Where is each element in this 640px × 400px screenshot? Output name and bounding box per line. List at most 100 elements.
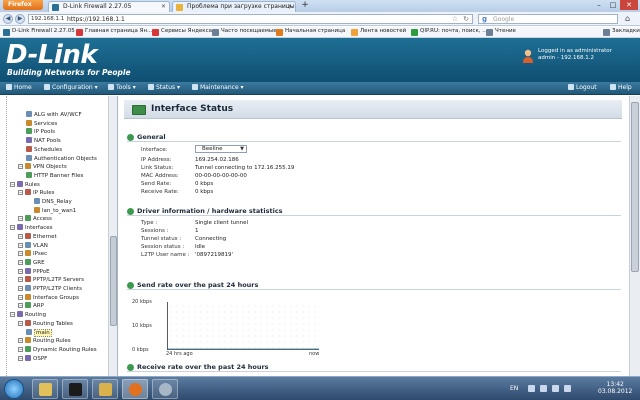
collapse-icon[interactable]: − bbox=[18, 164, 23, 170]
tree-item[interactable]: − PPTP/L2TP Clients bbox=[18, 285, 82, 293]
tree-item[interactable]: − Routing bbox=[10, 311, 46, 319]
collapse-icon[interactable]: − bbox=[18, 338, 23, 344]
minimize-button[interactable]: – bbox=[592, 0, 606, 10]
collapse-icon[interactable]: − bbox=[18, 242, 23, 248]
collapse-icon[interactable]: − bbox=[18, 233, 23, 239]
tree-item[interactable]: − Routing Rules bbox=[18, 337, 71, 345]
tree-item[interactable]: − PPPoE bbox=[18, 267, 50, 276]
page-scrollbar-thumb[interactable] bbox=[631, 102, 639, 272]
bookmark-item[interactable]: Главная страница Ян... bbox=[76, 28, 152, 36]
menu-tools[interactable]: Tools ▾ bbox=[108, 84, 136, 91]
tree-item[interactable]: main bbox=[26, 328, 52, 337]
collapse-icon[interactable]: − bbox=[18, 346, 23, 352]
tree-item[interactable]: − Rules bbox=[10, 180, 40, 189]
collapse-icon[interactable]: − bbox=[18, 216, 23, 222]
collapse-icon[interactable]: − bbox=[18, 294, 23, 300]
tree-item[interactable]: ALG with AV/WCF bbox=[26, 111, 82, 119]
firefox-menu-button[interactable]: Firefox bbox=[3, 0, 43, 10]
explorer-app-2[interactable] bbox=[92, 379, 118, 399]
page-scrollbar[interactable] bbox=[629, 96, 640, 376]
home-icon[interactable]: ⌂ bbox=[625, 14, 635, 24]
collapse-icon[interactable]: − bbox=[18, 251, 23, 257]
tree-item[interactable]: − VPN Objects bbox=[18, 163, 67, 171]
tree-item[interactable]: IP Pools bbox=[26, 128, 55, 136]
bookmark-item[interactable]: Часто посещаемые bbox=[212, 28, 277, 36]
maximize-button[interactable]: □ bbox=[606, 0, 620, 10]
collapse-icon[interactable]: − bbox=[10, 181, 15, 187]
tree-item[interactable]: − Interface Groups bbox=[18, 293, 79, 302]
reload-icon[interactable]: ↻ bbox=[463, 15, 469, 23]
grid-dot bbox=[278, 317, 280, 319]
firefox-app[interactable] bbox=[122, 379, 148, 399]
network-icon[interactable] bbox=[552, 385, 559, 392]
new-tab-button[interactable]: + bbox=[300, 1, 310, 11]
bookmark-star-icon[interactable]: ☆ bbox=[452, 15, 458, 23]
start-button[interactable] bbox=[4, 379, 24, 399]
language-indicator[interactable]: EN bbox=[510, 385, 518, 392]
back-button[interactable]: ◀ bbox=[3, 14, 13, 24]
collapse-icon[interactable]: − bbox=[18, 286, 23, 291]
menu-configuration[interactable]: Configuration ▾ bbox=[44, 84, 98, 91]
menu-help[interactable]: Help bbox=[610, 84, 632, 91]
collapse-icon[interactable]: − bbox=[18, 277, 23, 283]
tree-item[interactable]: − OSPF bbox=[18, 354, 47, 363]
tree-item[interactable]: DNS_Relay bbox=[34, 198, 72, 206]
collapse-icon[interactable]: − bbox=[18, 355, 23, 361]
collapse-icon[interactable]: − bbox=[18, 268, 23, 274]
collapse-icon[interactable]: − bbox=[18, 303, 23, 309]
explorer-app[interactable] bbox=[32, 379, 58, 399]
tree-item[interactable]: − Routing Tables bbox=[18, 319, 73, 328]
tree-item[interactable]: − Access bbox=[18, 215, 52, 223]
tray-arrow-icon[interactable] bbox=[528, 385, 535, 392]
bookmark-item[interactable]: QIP.RU: почта, поиск, ... bbox=[411, 28, 488, 36]
bookmark-item[interactable]: Лента новостей bbox=[351, 28, 406, 36]
tree-item[interactable]: − Interfaces bbox=[10, 224, 53, 232]
menu-home[interactable]: Home bbox=[6, 84, 32, 91]
search-input[interactable]: g Google bbox=[478, 14, 618, 24]
tree-scrollbar[interactable] bbox=[108, 96, 117, 376]
tab-dlink-firewall[interactable]: D-Link Firewall 2.27.05 ✕ bbox=[48, 1, 170, 12]
close-icon[interactable]: ✕ bbox=[287, 3, 292, 10]
bookmark-item[interactable]: D-Link Firewall 2.27.05 bbox=[3, 28, 75, 36]
tab-load-problem[interactable]: Проблема при загрузке страницы ✕ bbox=[172, 1, 296, 12]
forward-button[interactable]: ▶ bbox=[15, 14, 25, 24]
tree-item[interactable]: NAT Pools bbox=[26, 137, 61, 145]
tree-item[interactable]: Services bbox=[26, 119, 57, 128]
bookmark-item[interactable]: Сервисы Яндекса bbox=[152, 28, 212, 36]
interface-select[interactable]: Beeline ▼ bbox=[195, 145, 247, 153]
tree-item[interactable]: − Dynamic Routing Rules bbox=[18, 345, 97, 354]
tree-item[interactable]: − IPsec bbox=[18, 250, 47, 258]
bookmark-item[interactable]: Чтение bbox=[486, 28, 516, 36]
close-icon[interactable]: ✕ bbox=[161, 3, 166, 10]
collapse-icon[interactable]: − bbox=[18, 320, 23, 326]
tree-item[interactable]: − IP Rules bbox=[18, 189, 55, 197]
bookmark-item[interactable]: Начальная страница bbox=[276, 28, 345, 36]
tree-item[interactable]: − VLAN bbox=[18, 241, 48, 250]
terminal-app[interactable] bbox=[62, 379, 88, 399]
info-row: Type : Single client tunnel bbox=[127, 219, 621, 227]
tree-item[interactable]: Schedules bbox=[26, 145, 62, 154]
tree-item[interactable]: HTTP Banner Files bbox=[26, 171, 83, 180]
tree-item[interactable]: − GRE bbox=[18, 258, 45, 267]
media-app[interactable] bbox=[152, 379, 178, 399]
tree-item[interactable]: − ARP bbox=[18, 302, 44, 310]
menu-maintenance[interactable]: Maintenance ▾ bbox=[192, 84, 244, 91]
bookmarks-menu[interactable]: Закладки bbox=[603, 28, 640, 36]
collapse-icon[interactable]: − bbox=[10, 312, 15, 318]
tree-item[interactable]: Authentication Objects bbox=[26, 154, 97, 163]
collapse-icon[interactable]: − bbox=[10, 225, 15, 231]
address-bar[interactable]: 192.168.1.1 https://192.168.1.1 ☆ ↻ bbox=[28, 14, 473, 24]
collapse-icon[interactable]: − bbox=[18, 259, 23, 265]
flag-icon[interactable] bbox=[540, 385, 547, 392]
volume-icon[interactable] bbox=[564, 385, 571, 392]
clock[interactable]: 13:42 03.08.2012 bbox=[598, 381, 632, 395]
tree-scrollbar-thumb[interactable] bbox=[110, 236, 117, 326]
menu-status[interactable]: Status ▾ bbox=[148, 84, 180, 91]
menu-logout[interactable]: Logout bbox=[568, 84, 597, 91]
close-window-button[interactable]: ✕ bbox=[620, 0, 638, 10]
tree-item[interactable]: − Ethernet bbox=[18, 232, 57, 241]
tree-item[interactable]: − PPTP/L2TP Servers bbox=[18, 276, 84, 284]
site-identity[interactable]: 192.168.1.1 bbox=[31, 16, 64, 22]
tree-item[interactable]: lan_to_wan1 bbox=[34, 206, 76, 215]
collapse-icon[interactable]: − bbox=[18, 190, 23, 196]
